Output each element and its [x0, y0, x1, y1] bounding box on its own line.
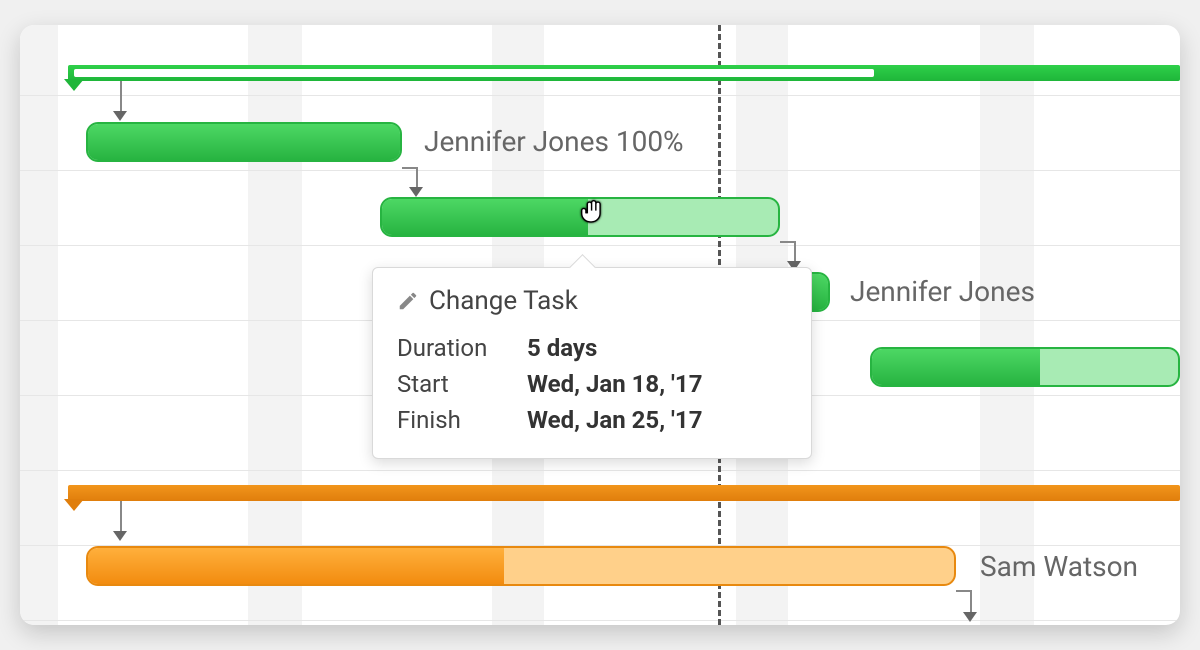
dependency-arrow-icon [409, 187, 423, 197]
tooltip-title-row: Change Task [397, 286, 787, 316]
grab-cursor-icon [576, 195, 610, 238]
task-label: Jennifer Jones [850, 275, 1035, 308]
tooltip-duration-value: 5 days [527, 330, 597, 366]
task-label: Jennifer Jones 100% [424, 125, 684, 158]
task-tooltip: Change Task Duration 5 days Start Wed, J… [372, 267, 812, 459]
dependency-line [402, 167, 416, 169]
tooltip-start-value: Wed, Jan 18, '17 [527, 366, 702, 402]
dependency-line [956, 590, 970, 592]
task-label: Sam Watson [980, 550, 1138, 583]
dependency-line [780, 241, 794, 243]
summary-bar-green[interactable] [68, 65, 1180, 81]
gantt-screenshot: Jennifer Jones 100% Jennifer Jones [20, 25, 1180, 625]
tooltip-duration-label: Duration [397, 330, 507, 366]
summary-progress [74, 69, 874, 77]
tooltip-start-label: Start [397, 366, 507, 402]
task-progress-fill [872, 349, 1040, 385]
task-progress-fill [88, 124, 400, 160]
task-progress-fill [88, 548, 504, 584]
pencil-icon [397, 290, 419, 312]
dependency-line [120, 501, 122, 533]
grid-column [980, 25, 1034, 625]
grid-column [20, 25, 58, 625]
dependency-line [416, 167, 418, 189]
grid-row-line [20, 470, 1180, 471]
summary-start-marker [64, 499, 84, 511]
tooltip-finish-value: Wed, Jan 25, '17 [527, 402, 702, 438]
grid-row-line [20, 95, 1180, 96]
task-progress-fill [382, 199, 588, 235]
dependency-line [970, 590, 972, 614]
dependency-line [794, 241, 796, 263]
task-bar[interactable] [86, 546, 956, 586]
task-bar[interactable] [870, 347, 1180, 387]
tooltip-title: Change Task [429, 286, 578, 316]
dependency-arrow-icon [113, 531, 127, 541]
tooltip-finish-label: Finish [397, 402, 507, 438]
summary-start-marker [64, 79, 84, 91]
grid-column [248, 25, 302, 625]
grid-row-line [20, 620, 1180, 621]
dependency-arrow-icon [113, 111, 127, 121]
summary-bar-orange[interactable] [68, 485, 1180, 501]
grid-row-line [20, 245, 1180, 246]
dependency-arrow-icon [963, 612, 977, 622]
grid-row-line [20, 170, 1180, 171]
gantt-chart[interactable]: Jennifer Jones 100% Jennifer Jones [20, 25, 1180, 625]
task-bar[interactable] [86, 122, 402, 162]
dependency-line [120, 81, 122, 113]
